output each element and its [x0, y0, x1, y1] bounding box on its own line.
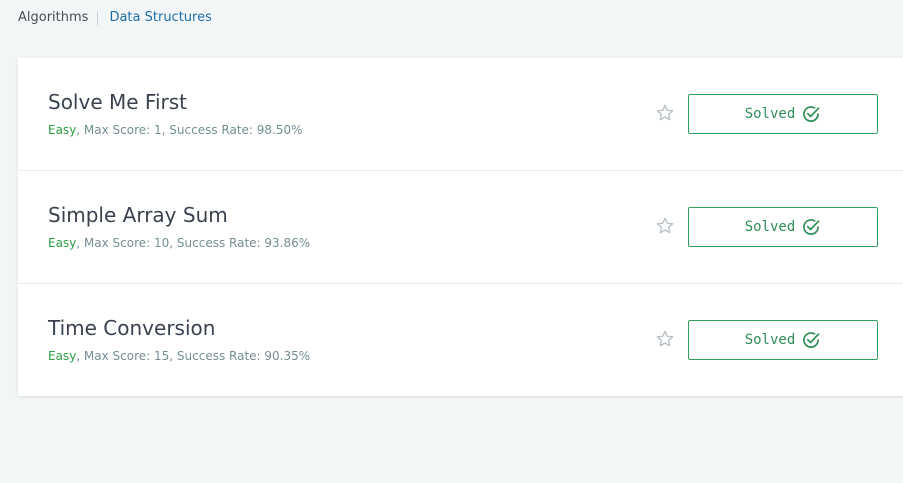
challenge-meta: Easy, Max Score: 1, Success Rate: 98.50%: [48, 123, 303, 138]
difficulty-label: Easy: [48, 349, 77, 363]
breadcrumb-separator: [97, 11, 99, 25]
star-icon[interactable]: [655, 103, 675, 123]
solved-label: Solved: [744, 106, 796, 122]
challenge-meta: Easy, Max Score: 10, Success Rate: 93.86…: [48, 236, 310, 251]
challenge-meta: Easy, Max Score: 15, Success Rate: 90.35…: [48, 349, 310, 364]
challenge-row: Time Conversion Easy, Max Score: 15, Suc…: [18, 284, 903, 397]
difficulty-label: Easy: [48, 123, 77, 137]
breadcrumb-item-algorithms: Algorithms: [18, 10, 89, 25]
star-icon[interactable]: [655, 329, 675, 349]
star-icon[interactable]: [655, 216, 675, 236]
challenge-list: Solve Me First Easy, Max Score: 1, Succe…: [18, 58, 903, 396]
check-circle-icon: [803, 106, 820, 122]
solved-button[interactable]: Solved: [688, 207, 878, 247]
solved-label: Solved: [744, 219, 796, 235]
solved-label: Solved: [744, 332, 796, 348]
challenge-row: Solve Me First Easy, Max Score: 1, Succe…: [18, 58, 903, 171]
challenge-row: Simple Array Sum Easy, Max Score: 10, Su…: [18, 171, 903, 284]
breadcrumb: Algorithms Data Structures: [18, 10, 212, 26]
challenge-title[interactable]: Solve Me First: [48, 90, 187, 114]
challenge-details: , Max Score: 10, Success Rate: 93.86%: [76, 236, 311, 250]
challenge-details: , Max Score: 15, Success Rate: 90.35%: [76, 349, 311, 363]
solved-button[interactable]: Solved: [688, 320, 878, 360]
challenge-details: , Max Score: 1, Success Rate: 98.50%: [76, 123, 303, 137]
challenge-title[interactable]: Time Conversion: [48, 316, 215, 340]
challenge-title[interactable]: Simple Array Sum: [48, 203, 228, 227]
difficulty-label: Easy: [48, 236, 77, 250]
breadcrumb-item-data-structures[interactable]: Data Structures: [109, 10, 211, 26]
solved-button[interactable]: Solved: [688, 94, 878, 134]
check-circle-icon: [803, 219, 820, 235]
check-circle-icon: [803, 332, 820, 348]
